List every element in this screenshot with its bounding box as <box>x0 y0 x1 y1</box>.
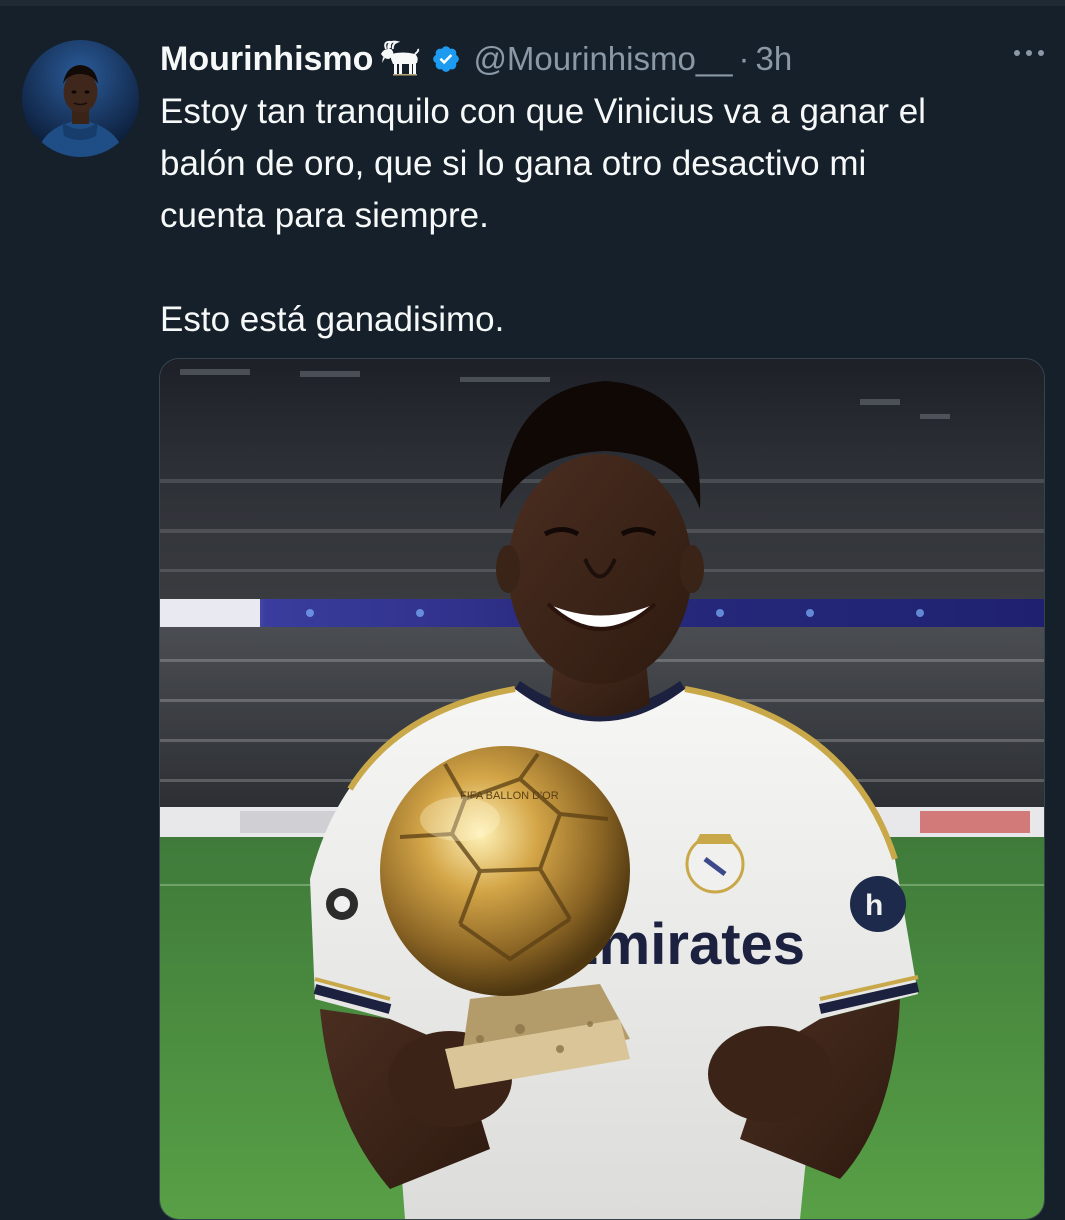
more-options-icon[interactable] <box>1014 50 1044 56</box>
verified-badge-icon <box>431 44 461 74</box>
tweet-text-line: balón de oro, que si lo gana otro desact… <box>160 144 867 183</box>
tweet-text-line: Estoy tan tranquilo con que Vinicius va … <box>160 92 926 131</box>
tweet-header: Mourinhismo @Mourinhismo__ · 3h <box>160 36 792 82</box>
goat-icon <box>375 39 421 79</box>
display-name[interactable]: Mourinhismo <box>160 40 373 79</box>
tweet-text-line: cuenta para siempre. <box>160 196 489 235</box>
tweet-media-image[interactable]: h Emirates FIFA BALLON D'OR <box>159 358 1045 1220</box>
header-separator: · <box>738 40 750 77</box>
avatar[interactable] <box>22 40 139 157</box>
timestamp[interactable]: 3h <box>756 40 793 78</box>
svg-text:h: h <box>865 889 883 922</box>
user-handle[interactable]: @Mourinhismo__ <box>473 40 732 78</box>
tweet-text-line: Esto está ganadisimo. <box>160 300 505 339</box>
top-divider <box>0 0 1065 6</box>
tweet-text: Estoy tan tranquilo con que Vinicius va … <box>160 86 1040 346</box>
